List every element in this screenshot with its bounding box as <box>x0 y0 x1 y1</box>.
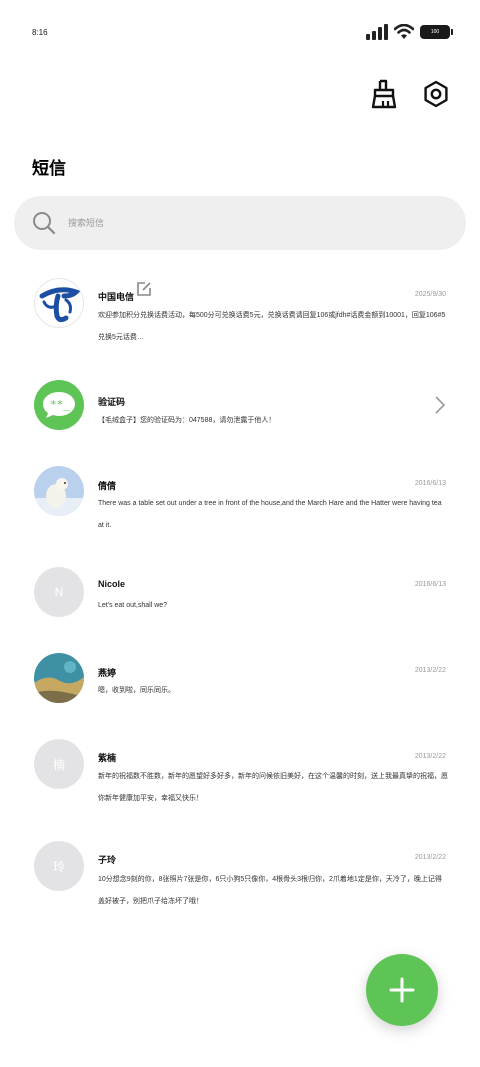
conversation-item[interactable]: 楠 紫楠 2013/2/22 新年的祝福数不胜数，新年的愿望好多好多，新年的问候… <box>0 739 480 819</box>
message-date: 2013/2/22 <box>414 854 446 861</box>
settings-icon <box>424 80 448 108</box>
search-input[interactable] <box>68 218 408 228</box>
status-time: 8:16 <box>32 28 48 37</box>
edit-icon[interactable] <box>136 281 152 297</box>
message-date: 2025/9/30 <box>414 291 446 298</box>
contact-name: Nicole <box>98 579 126 589</box>
contact-name: 中国电信 <box>98 292 135 302</box>
contact-name: 倩倩 <box>98 481 117 491</box>
message-date: 2016/6/13 <box>414 581 446 588</box>
page-title: 短信 <box>32 159 66 178</box>
search-bar[interactable] <box>14 196 466 250</box>
message-preview: 10分想念9刻的你，8张照片7张是你，6只小狗5只像你，4根骨头3根归你，2爪着… <box>98 876 442 905</box>
top-actions <box>366 76 454 112</box>
contact-name: 紫楠 <box>98 753 117 763</box>
avatar: **_ <box>34 380 84 430</box>
battery-level: 100 <box>430 29 440 35</box>
avatar: 玲 <box>34 841 84 891</box>
svg-text:**_: **_ <box>50 398 70 411</box>
landscape-photo <box>34 653 84 703</box>
plus-icon <box>389 977 415 1003</box>
battery-icon: 100 <box>420 25 453 39</box>
message-preview: 新年的祝福数不胜数，新年的愿望好多好多，新年的问候依旧美好，在这个温馨的时刻，送… <box>98 773 448 802</box>
signal-icon <box>366 24 388 40</box>
contact-name: 验证码 <box>98 397 126 407</box>
message-preview: 欢迎参加积分兑换话费活动，每500分可兑换话费5元，兑换话费请回复106或jfd… <box>98 312 446 341</box>
conversation-item[interactable]: 燕婷 2013/2/22 嗯，收到啦，同乐同乐。 <box>0 653 480 713</box>
avatar: 楠 <box>34 739 84 789</box>
avatar <box>34 466 84 516</box>
broom-icon <box>371 79 397 109</box>
message-code-icon: **_ <box>43 392 75 418</box>
avatar <box>34 278 84 328</box>
message-preview: There was a table set out under a tree i… <box>98 500 442 529</box>
avatar: N <box>34 567 84 617</box>
contact-name: 燕婷 <box>98 668 117 678</box>
china-telecom-logo <box>39 287 81 323</box>
avatar <box>34 653 84 703</box>
conversation-item[interactable]: 玲 子玲 2013/2/22 10分想念9刻的你，8张照片7张是你，6只小狗5只… <box>0 841 480 921</box>
clean-button[interactable] <box>366 76 402 112</box>
message-preview: 嗯，收到啦，同乐同乐。 <box>98 687 175 694</box>
message-date: 2013/2/22 <box>414 753 446 760</box>
message-date: 2016/6/13 <box>414 480 446 487</box>
conversation-item[interactable]: **_ 验证码 【毛绒盒子】您的验证码为：047588，请勿泄露于他人！ <box>0 380 480 446</box>
new-message-button[interactable] <box>366 954 438 1026</box>
status-bar: 8:16 100 <box>0 0 480 64</box>
status-icons: 100 <box>366 24 453 40</box>
polar-bear-photo <box>34 466 84 516</box>
message-date: 2013/2/22 <box>414 667 446 674</box>
conversation-item[interactable]: 中国电信 2025/9/30 欢迎参加积分兑换话费活动，每500分可兑换话费5元… <box>0 264 480 360</box>
wifi-icon <box>394 24 414 39</box>
message-preview: 【毛绒盒子】您的验证码为：047588，请勿泄露于他人！ <box>98 417 276 424</box>
settings-button[interactable] <box>418 76 454 112</box>
search-icon <box>33 212 56 235</box>
message-preview: Let's eat out,shall we? <box>98 602 168 609</box>
conversation-item[interactable]: 倩倩 2016/6/13 There was a table set out u… <box>0 466 480 546</box>
conversation-item[interactable]: N Nicole 2016/6/13 Let's eat out,shall w… <box>0 567 480 627</box>
contact-name: 子玲 <box>98 855 117 865</box>
